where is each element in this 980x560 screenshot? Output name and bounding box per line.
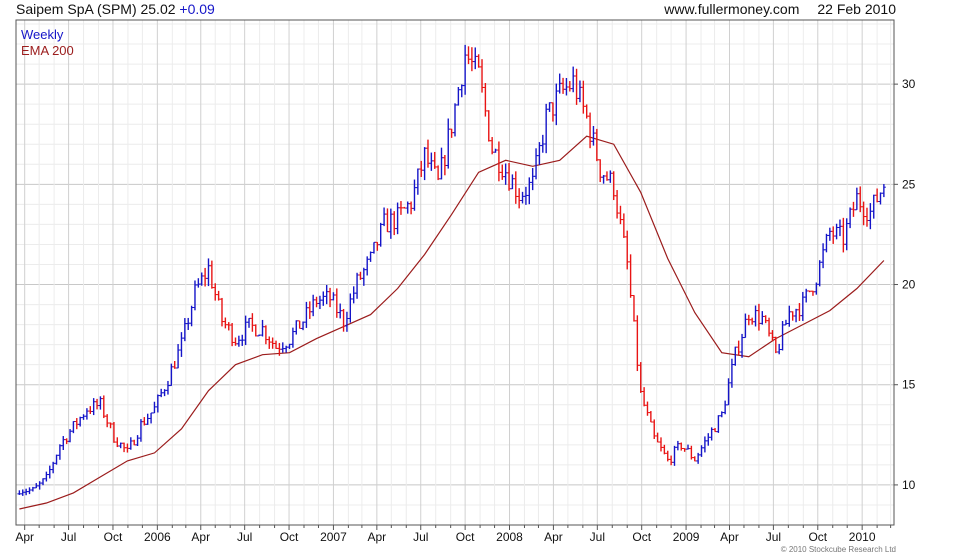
x-tick-label: Jul <box>237 530 252 544</box>
x-tick-label: 2010 <box>849 530 876 544</box>
y-tick-label: 15 <box>902 378 916 392</box>
y-tick-label: 10 <box>902 478 916 492</box>
x-tick-label: Oct <box>456 530 475 544</box>
x-tick-label: Oct <box>632 530 651 544</box>
x-tick-label: 2009 <box>673 530 700 544</box>
chart-legend: Weekly EMA 200 <box>21 27 74 59</box>
x-tick-label: Apr <box>544 530 563 544</box>
legend-ema: EMA 200 <box>21 43 74 58</box>
copyright-credit: © 2010 Stockcube Research Ltd <box>780 545 896 554</box>
y-tick-label: 20 <box>902 278 916 292</box>
x-tick-label: Jul <box>766 530 781 544</box>
x-tick-label: Jul <box>413 530 428 544</box>
x-tick-label: 2008 <box>496 530 523 544</box>
y-tick-label: 25 <box>902 177 916 191</box>
x-tick-label: Jul <box>61 530 76 544</box>
x-tick-label: Oct <box>808 530 827 544</box>
y-tick-label: 30 <box>902 77 916 91</box>
x-tick-label: Oct <box>280 530 299 544</box>
x-tick-label: 2007 <box>320 530 347 544</box>
x-tick-label: 2006 <box>144 530 171 544</box>
x-tick-label: Apr <box>368 530 387 544</box>
plot-area <box>16 20 894 525</box>
price-chart: 10 15 20 25 30 Apr Jul Oct 2006 Apr Jul Oct 2007 Apr J… <box>15 19 916 544</box>
x-tick-label: Apr <box>720 530 739 544</box>
x-tick-label: Apr <box>15 530 34 544</box>
legend-weekly: Weekly <box>21 27 64 42</box>
x-tick-label: Apr <box>191 530 210 544</box>
x-tick-label: Oct <box>104 530 123 544</box>
x-tick-label: Jul <box>590 530 605 544</box>
